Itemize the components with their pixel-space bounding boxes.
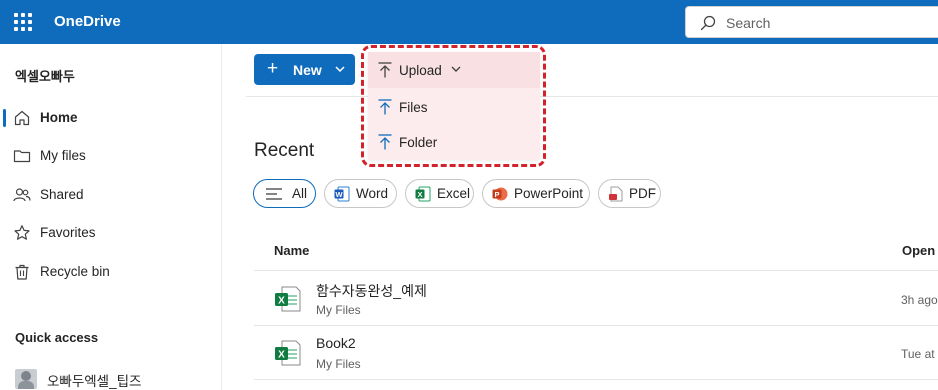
excel-file-icon: X (275, 340, 301, 366)
folder-icon (13, 150, 31, 163)
svg-text:P: P (494, 190, 499, 199)
sidebar-item-shared[interactable]: Shared (0, 178, 221, 212)
file-name[interactable]: 함수자동완성_예제 (316, 281, 427, 301)
search-input[interactable] (726, 13, 926, 33)
filter-label: PDF (629, 186, 656, 201)
search-box[interactable] (685, 6, 938, 38)
sidebar-item-label: Favorites (40, 225, 96, 240)
chevron-down-icon (451, 66, 461, 72)
file-opened-time: 3h ago (901, 293, 938, 307)
app-title[interactable]: OneDrive (54, 13, 121, 30)
column-header-opened[interactable]: Open (902, 243, 935, 258)
file-opened-time: Tue at (901, 347, 935, 361)
sidebar-item-label: My files (40, 148, 86, 163)
menu-item-label: Folder (399, 135, 438, 150)
menu-item-label: Files (399, 100, 428, 115)
search-icon (700, 15, 716, 31)
filter-label: PowerPoint (514, 186, 584, 201)
menu-item-upload-folder[interactable]: Folder (368, 125, 540, 159)
section-title: Recent (254, 140, 315, 161)
sidebar-item-label: Home (40, 110, 78, 125)
star-icon (14, 225, 30, 240)
word-icon: W (334, 186, 350, 202)
filter-pdf[interactable]: PDF (598, 179, 661, 208)
upload-icon (378, 62, 392, 78)
powerpoint-icon: P (492, 187, 508, 201)
list-icon (266, 188, 282, 200)
menu-item-upload-files[interactable]: Files (368, 90, 540, 124)
filter-label: Excel (437, 186, 471, 201)
app-launcher-icon[interactable] (9, 9, 35, 35)
sidebar-item-my-files[interactable]: My files (0, 139, 221, 173)
filter-all[interactable]: All (253, 179, 316, 208)
excel-file-icon: X (275, 286, 301, 312)
quick-access-label: 오빠두엑셀_팁즈 (47, 374, 142, 389)
file-location: My Files (316, 357, 361, 371)
pdf-icon (609, 186, 623, 202)
column-header-name[interactable]: Name (274, 243, 309, 258)
account-name: 엑셀오빠두 (15, 69, 75, 84)
upload-button-label: Upload (399, 63, 442, 78)
sidebar-item-home[interactable]: Home (0, 101, 221, 135)
plus-icon: + (267, 58, 279, 79)
selection-indicator (3, 109, 6, 127)
chevron-down-icon (335, 66, 345, 73)
quick-access-item[interactable]: 오빠두엑셀_팁즈 (15, 366, 215, 390)
upload-icon (378, 99, 392, 115)
sidebar: 엑셀오빠두 Home My files Shared Favorites Rec… (0, 44, 222, 390)
people-icon (13, 188, 31, 202)
sidebar-item-label: Shared (40, 187, 84, 202)
svg-text:X: X (417, 190, 422, 199)
filter-powerpoint[interactable]: P PowerPoint (482, 179, 590, 208)
avatar (15, 369, 37, 389)
filter-label: Word (356, 186, 389, 201)
sidebar-item-favorites[interactable]: Favorites (0, 216, 221, 250)
sidebar-item-label: Recycle bin (40, 264, 110, 279)
file-row[interactable]: X Book2 My Files Tue at (254, 326, 938, 380)
file-name[interactable]: Book2 (316, 335, 356, 351)
trash-icon (15, 264, 29, 280)
upload-icon (378, 134, 392, 150)
filter-word[interactable]: W Word (324, 179, 397, 208)
upload-dropdown: Upload Files Folder (368, 52, 540, 160)
quick-access-title: Quick access (15, 330, 99, 345)
filter-label: All (292, 186, 308, 201)
filter-excel[interactable]: X Excel (405, 179, 474, 208)
file-location: My Files (316, 303, 361, 317)
file-list-header: Name Open (254, 227, 938, 271)
excel-icon: X (415, 186, 431, 202)
top-bar: OneDrive (0, 0, 938, 44)
divider (246, 96, 938, 97)
svg-text:X: X (278, 350, 285, 361)
file-row[interactable]: X 함수자동완성_예제 My Files 3h ago (254, 272, 938, 326)
svg-text:W: W (335, 190, 343, 199)
new-button[interactable]: + New (254, 54, 355, 85)
sidebar-item-recycle-bin[interactable]: Recycle bin (0, 255, 221, 289)
new-button-label: New (293, 62, 322, 78)
svg-text:X: X (278, 296, 285, 307)
home-icon (14, 110, 30, 126)
upload-button[interactable]: Upload (368, 53, 540, 87)
